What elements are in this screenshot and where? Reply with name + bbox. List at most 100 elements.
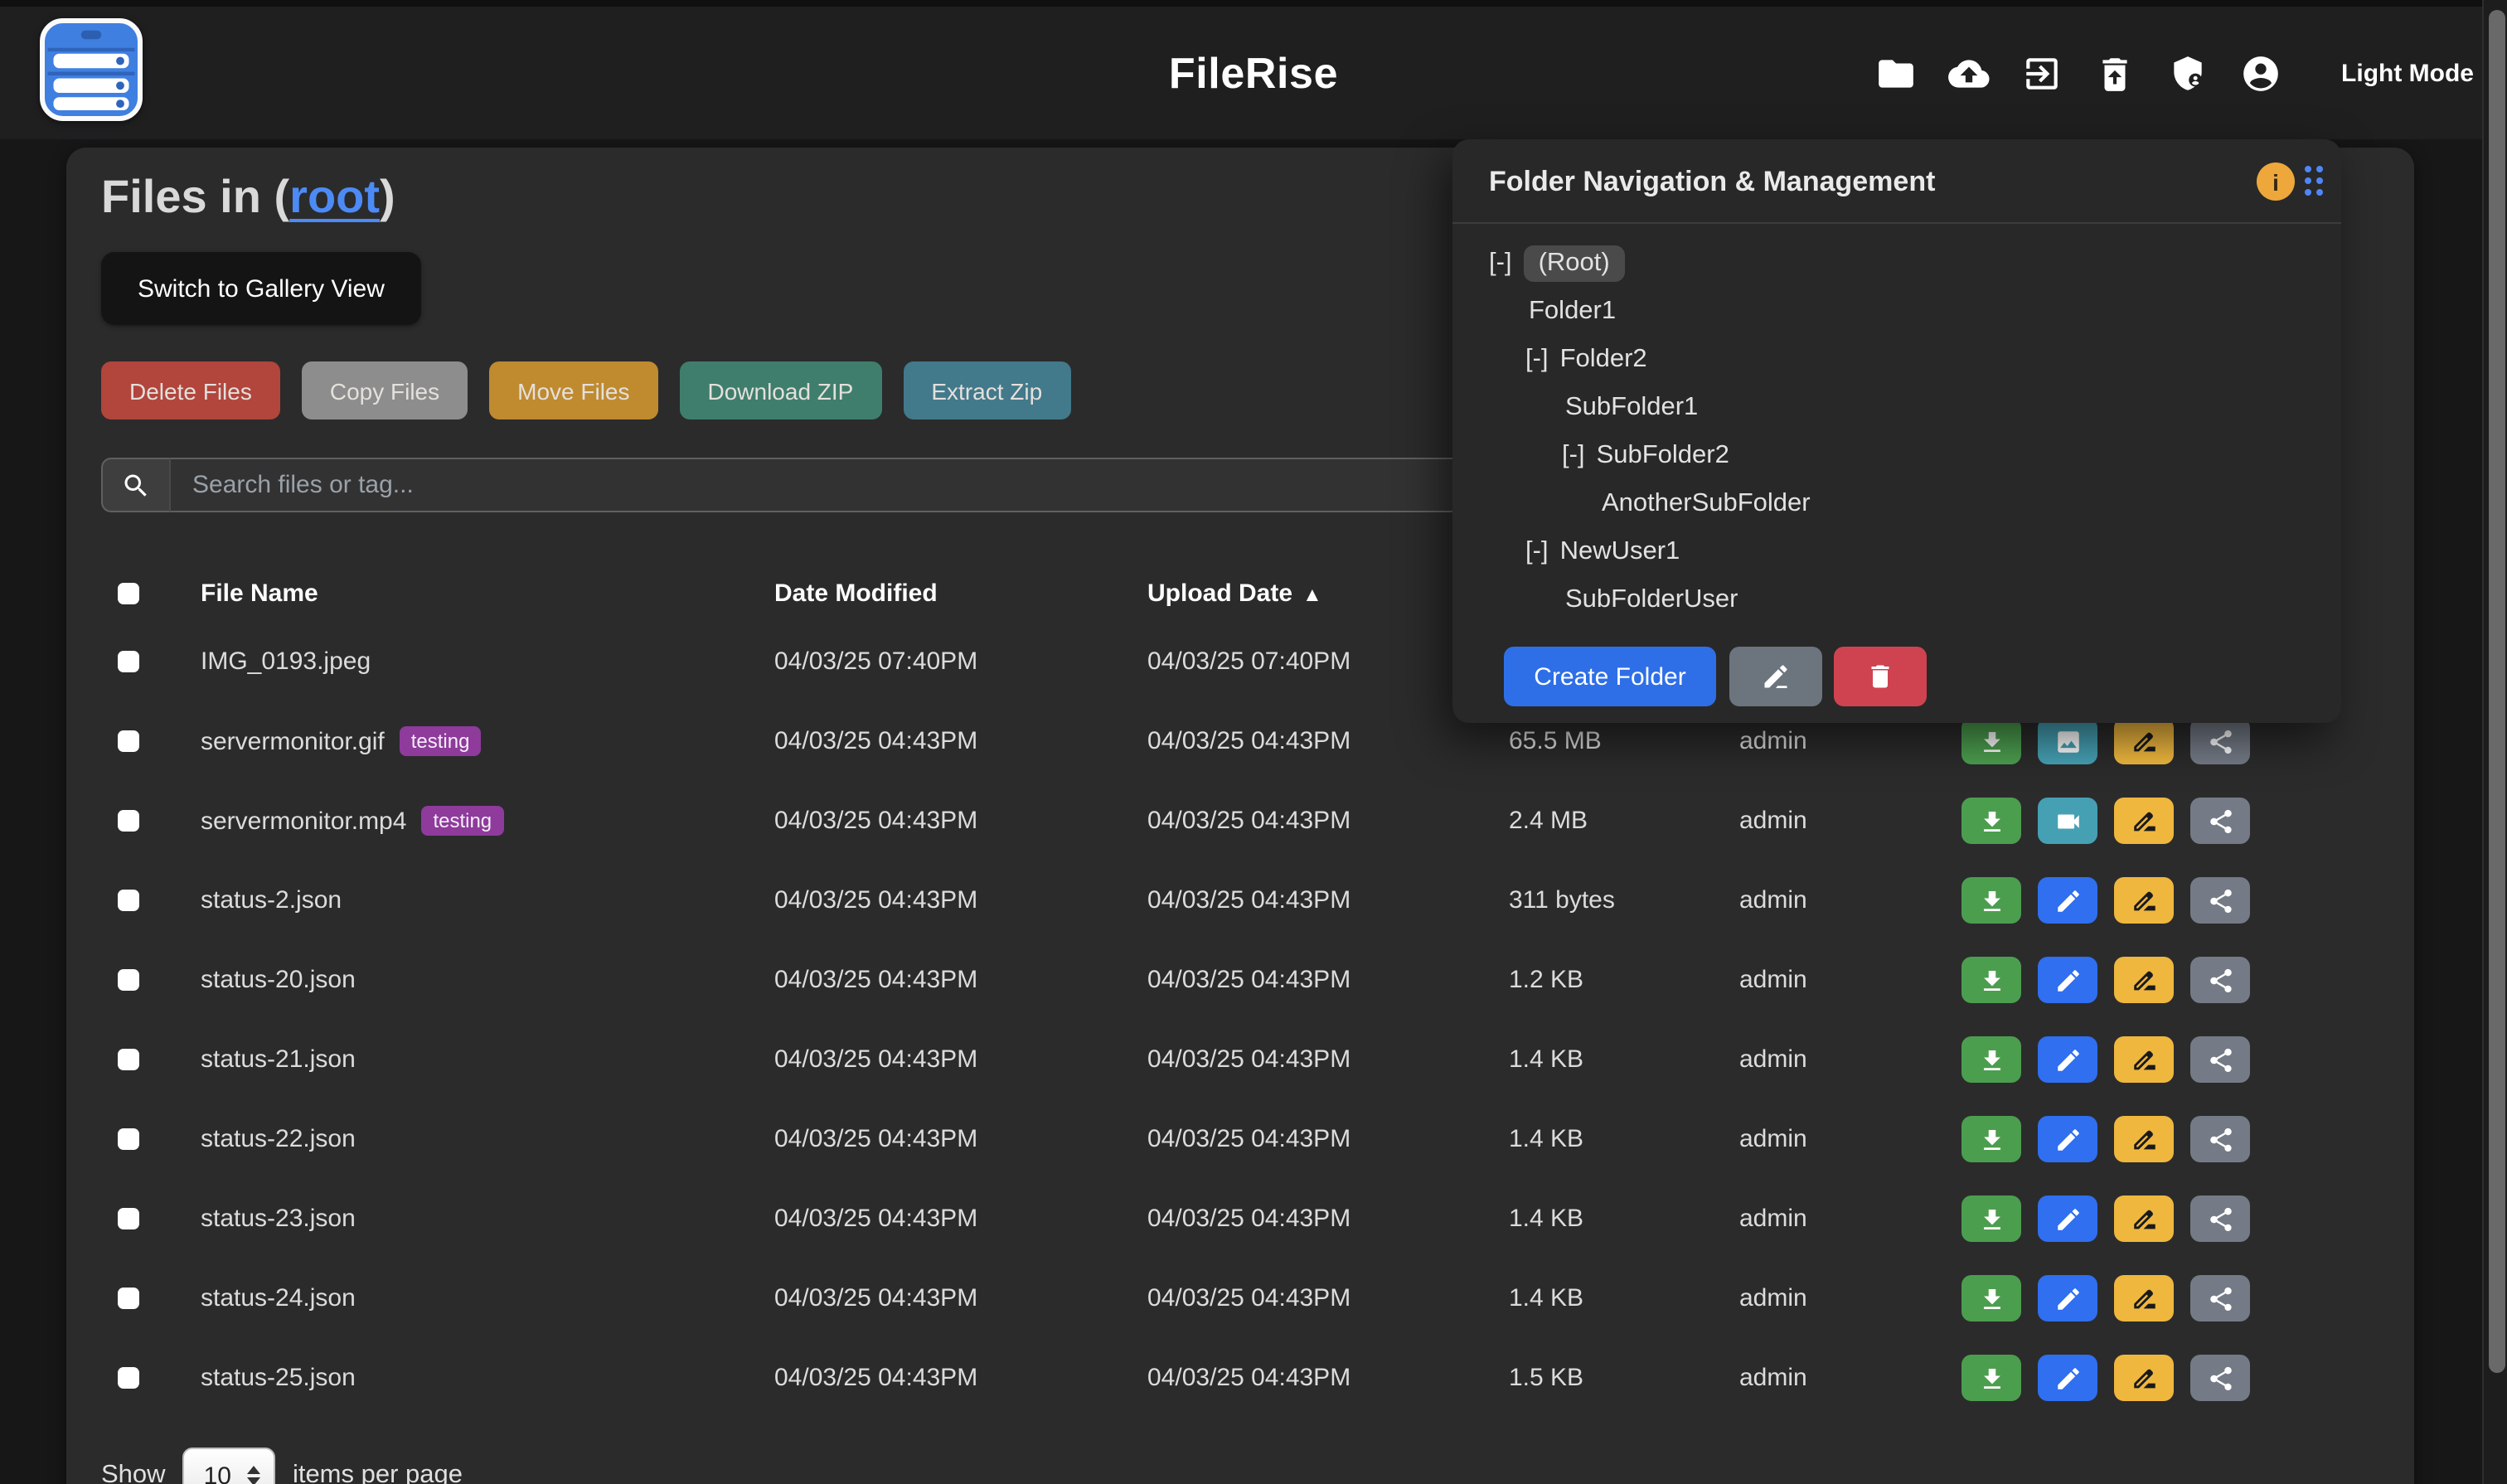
column-upload-date[interactable]: Upload Date▲ [1147,579,1322,607]
edit-button[interactable] [2038,1036,2097,1083]
folder-icon[interactable] [1875,52,1917,94]
edit-button[interactable] [2038,1355,2097,1401]
row-checkbox[interactable] [118,890,139,911]
edit-button[interactable] [2038,957,2097,1003]
folder-label[interactable]: AnotherSubFolder [1602,488,1811,518]
edit-button[interactable] [2038,1275,2097,1322]
file-name-cell[interactable]: status-20.json [201,966,356,994]
info-icon[interactable]: i [2257,162,2295,201]
share-button[interactable] [2190,1036,2250,1083]
download-button[interactable] [1961,957,2021,1003]
folder-label[interactable]: SubFolder2 [1597,440,1729,470]
rename-button[interactable] [2114,957,2174,1003]
row-checkbox[interactable] [118,1288,139,1309]
share-button[interactable] [2190,1195,2250,1242]
light-mode-toggle[interactable]: Light Mode [2341,7,2474,139]
folder-tree-item[interactable]: SubFolderUser [1452,575,2341,623]
rename-button[interactable] [2114,798,2174,844]
folder-label[interactable]: Folder1 [1529,296,1616,326]
row-checkbox[interactable] [118,651,139,672]
edit-button[interactable] [2038,1116,2097,1162]
file-name-cell[interactable]: status-22.json [201,1125,356,1153]
row-checkbox[interactable] [118,969,139,991]
row-checkbox[interactable] [118,810,139,832]
copy-files-button[interactable]: Copy Files [302,361,468,419]
row-checkbox[interactable] [118,1208,139,1229]
rename-button[interactable] [2114,1116,2174,1162]
folder-tree-item[interactable]: [-] (Root) [1452,239,2341,287]
rename-button[interactable] [2114,877,2174,924]
share-button[interactable] [2190,1355,2250,1401]
folder-label[interactable]: SubFolderUser [1565,584,1738,614]
download-button[interactable] [1961,718,2021,764]
file-name-cell[interactable]: status-2.json [201,886,342,914]
file-name-cell[interactable]: status-24.json [201,1284,356,1312]
rename-button[interactable] [2114,718,2174,764]
edit-button[interactable] [2038,1195,2097,1242]
download-button[interactable] [1961,798,2021,844]
scrollbar-thumb[interactable] [2488,10,2505,1373]
folder-tree-item[interactable]: AnotherSubFolder [1452,479,2341,527]
share-button[interactable] [2190,798,2250,844]
download-button[interactable] [1961,1116,2021,1162]
folder-label[interactable]: Folder2 [1560,344,1647,374]
move-files-button[interactable]: Move Files [489,361,657,419]
cloud-upload-icon[interactable] [1948,52,1990,94]
download-button[interactable] [1961,877,2021,924]
share-button[interactable] [2190,718,2250,764]
tag-badge[interactable]: testing [421,806,503,836]
delete-folder-button[interactable] [1834,647,1927,706]
share-button[interactable] [2190,1116,2250,1162]
edit-button[interactable] [2038,877,2097,924]
folder-tree-item[interactable]: [-] Folder2 [1452,335,2341,383]
delete-files-button[interactable]: Delete Files [101,361,280,419]
folder-label[interactable]: (Root) [1524,245,1625,281]
rename-button[interactable] [2114,1036,2174,1083]
extract-zip-button[interactable]: Extract Zip [903,361,1070,419]
file-name-cell[interactable]: servermonitor.mp4testing [201,806,503,836]
column-file-name[interactable]: File Name [201,579,318,607]
preview-image-button[interactable] [2038,718,2097,764]
folder-tree-item[interactable]: [-] NewUser1 [1452,527,2341,575]
rename-folder-button[interactable] [1729,647,1822,706]
folder-tree-item[interactable]: Folder1 [1452,287,2341,335]
download-button[interactable] [1961,1275,2021,1322]
column-date-modified[interactable]: Date Modified [774,579,938,607]
tree-expander[interactable]: [-] [1525,344,1549,374]
row-checkbox[interactable] [118,1049,139,1070]
tag-badge[interactable]: testing [400,726,482,756]
tree-expander[interactable]: [-] [1562,440,1585,470]
folder-label[interactable]: NewUser1 [1560,536,1680,566]
account-icon[interactable] [2240,52,2282,94]
logout-icon[interactable] [2021,52,2063,94]
preview-video-button[interactable] [2038,798,2097,844]
download-zip-button[interactable]: Download ZIP [680,361,882,419]
create-folder-button[interactable]: Create Folder [1504,647,1716,706]
file-name-cell[interactable]: status-25.json [201,1364,356,1392]
file-name-cell[interactable]: status-23.json [201,1205,356,1233]
row-checkbox[interactable] [118,1367,139,1389]
download-button[interactable] [1961,1195,2021,1242]
share-button[interactable] [2190,1275,2250,1322]
row-checkbox[interactable] [118,730,139,752]
file-name-cell[interactable]: status-21.json [201,1045,356,1074]
folder-label[interactable]: SubFolder1 [1565,392,1698,422]
tree-expander[interactable]: [-] [1525,536,1549,566]
admin-shield-icon[interactable] [2167,52,2209,94]
tree-expander[interactable]: [-] [1489,248,1512,278]
share-button[interactable] [2190,877,2250,924]
file-name-cell[interactable]: servermonitor.giftesting [201,726,481,756]
row-checkbox[interactable] [118,1128,139,1150]
drag-handle-icon[interactable] [2305,166,2338,199]
share-button[interactable] [2190,957,2250,1003]
switch-gallery-view-button[interactable]: Switch to Gallery View [101,252,421,325]
items-per-page-select[interactable]: 10 [182,1448,276,1484]
root-folder-link[interactable]: root [289,171,380,222]
select-all-checkbox[interactable] [118,582,139,604]
download-button[interactable] [1961,1036,2021,1083]
rename-button[interactable] [2114,1195,2174,1242]
rename-button[interactable] [2114,1275,2174,1322]
download-button[interactable] [1961,1355,2021,1401]
rename-button[interactable] [2114,1355,2174,1401]
file-name-cell[interactable]: IMG_0193.jpeg [201,647,371,676]
